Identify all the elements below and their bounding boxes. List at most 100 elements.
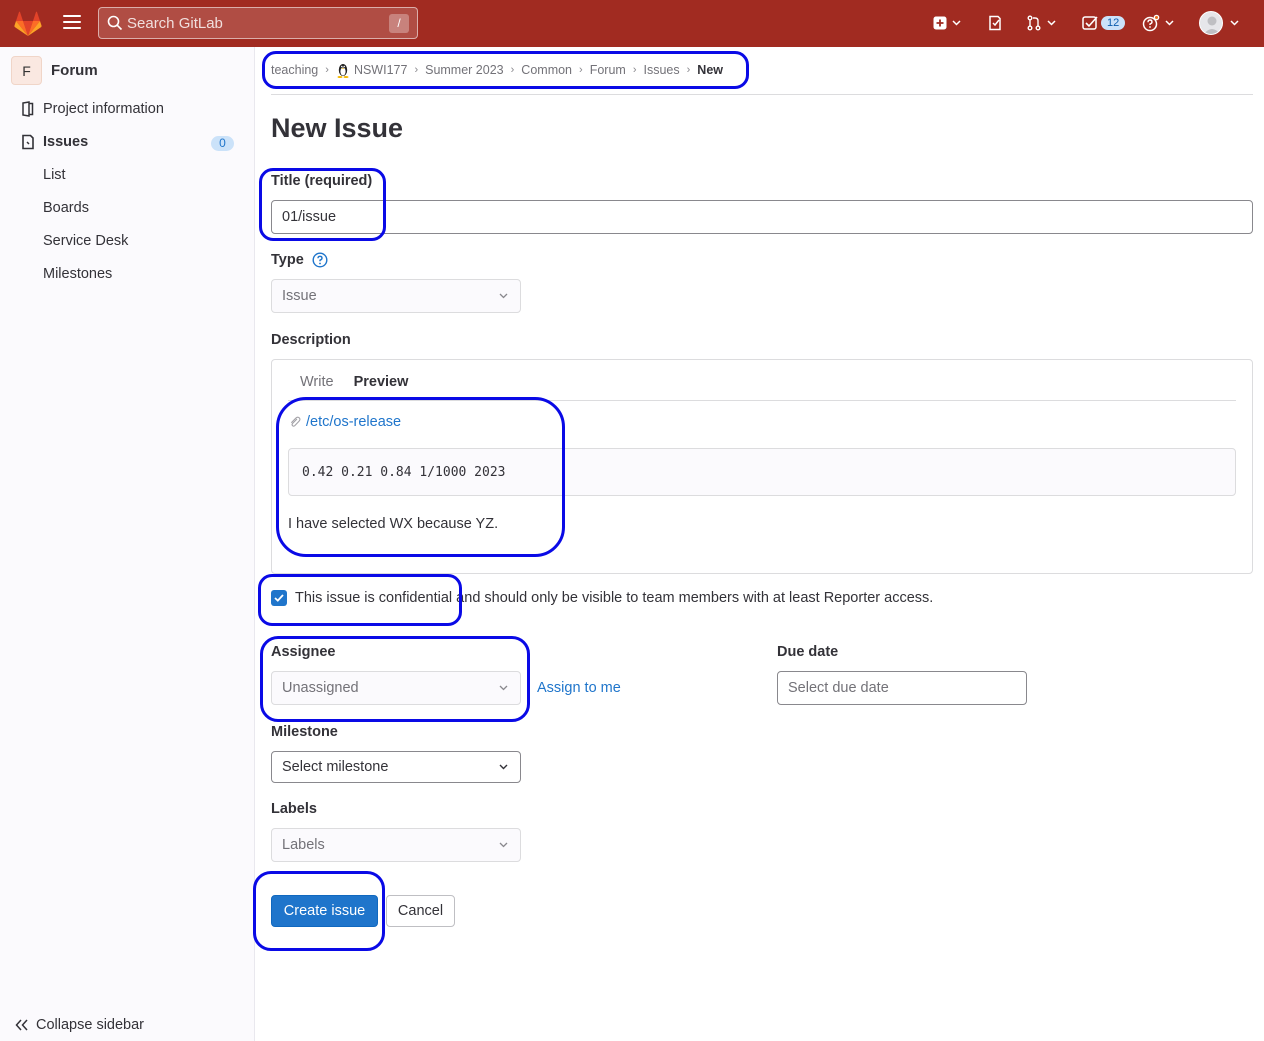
milestone-select[interactable]: Select milestone bbox=[271, 751, 521, 783]
breadcrumb-separator: › bbox=[579, 64, 583, 76]
chevron-down-icon bbox=[1230, 20, 1239, 26]
issues-icon bbox=[22, 134, 34, 150]
merge-request-icon bbox=[1027, 15, 1041, 31]
gitlab-logo-icon[interactable] bbox=[14, 11, 42, 37]
search-icon bbox=[107, 15, 123, 31]
breadcrumb-common[interactable]: Common bbox=[521, 63, 572, 77]
description-label: Description bbox=[271, 332, 351, 348]
merge-requests-dropdown[interactable] bbox=[1026, 13, 1056, 33]
question-icon bbox=[1142, 14, 1160, 32]
breadcrumb-separator: › bbox=[414, 64, 419, 76]
confidential-label: This issue is confidential and should on… bbox=[295, 590, 934, 606]
question-circle-icon[interactable] bbox=[312, 252, 328, 268]
create-issue-button[interactable]: Create issue bbox=[271, 895, 378, 927]
due-date-label: Due date bbox=[777, 644, 839, 660]
assignee-select[interactable]: Unassigned bbox=[271, 671, 521, 705]
milestone-select-value: Select milestone bbox=[282, 759, 389, 775]
assign-to-me-link[interactable]: Assign to me bbox=[537, 680, 621, 696]
attachment-link[interactable]: /etc/os-release bbox=[288, 414, 401, 430]
new-dropdown[interactable] bbox=[933, 13, 961, 33]
sidebar-item-label: Issues bbox=[43, 134, 89, 150]
confidential-checkbox[interactable] bbox=[271, 590, 287, 606]
check-icon bbox=[274, 594, 284, 602]
issues-shortcut[interactable] bbox=[987, 13, 1003, 33]
breadcrumb-divider bbox=[271, 94, 1253, 95]
breadcrumb-teaching[interactable]: teaching bbox=[271, 63, 318, 77]
type-label-row: Type bbox=[271, 252, 328, 268]
breadcrumb-issues[interactable]: Issues bbox=[643, 63, 679, 77]
tab-preview[interactable]: Preview bbox=[354, 374, 409, 390]
chevron-down-icon bbox=[952, 20, 961, 26]
breadcrumb-separator: › bbox=[510, 64, 515, 76]
sidebar-project[interactable]: F Forum bbox=[11, 56, 98, 85]
tux-penguin-icon bbox=[337, 64, 349, 78]
confidential-row: This issue is confidential and should on… bbox=[271, 590, 933, 606]
title-input[interactable]: 01/issue bbox=[271, 200, 1253, 234]
paperclip-icon bbox=[290, 416, 301, 427]
sidebar-item-label: Project information bbox=[43, 101, 164, 117]
due-date-input[interactable]: Select due date bbox=[777, 671, 1027, 705]
type-select-value: Issue bbox=[282, 288, 317, 304]
milestone-label: Milestone bbox=[271, 724, 338, 740]
chevron-double-left-icon bbox=[15, 1019, 28, 1031]
assignee-label: Assignee bbox=[271, 644, 336, 660]
breadcrumb-new: New bbox=[697, 63, 723, 77]
sidebar-item-list[interactable]: List bbox=[43, 167, 66, 183]
type-select[interactable]: Issue bbox=[271, 279, 521, 313]
user-avatar[interactable] bbox=[1199, 11, 1223, 35]
project-name: Forum bbox=[51, 62, 98, 79]
chevron-down-icon bbox=[499, 764, 508, 770]
sidebar-item-boards[interactable]: Boards bbox=[43, 200, 89, 216]
issues-count-badge: 0 bbox=[211, 136, 234, 151]
code-block: 0.42 0.21 0.84 1/1000 2023 bbox=[288, 448, 1236, 496]
search-placeholder: Search GitLab bbox=[127, 14, 223, 32]
labels-label: Labels bbox=[271, 801, 317, 817]
description-editor: Write Preview /etc/os-release 0.42 0.21 … bbox=[271, 359, 1253, 574]
page-title: New Issue bbox=[271, 113, 404, 143]
search-shortcut: / bbox=[389, 14, 409, 33]
labels-select[interactable]: Labels bbox=[271, 828, 521, 862]
sidebar-item-issues[interactable]: Issues bbox=[20, 134, 88, 150]
breadcrumb: teaching › NSWI177 › Summer 2023 › Common › … bbox=[271, 62, 723, 78]
chevron-down-icon bbox=[499, 842, 508, 848]
tabs-divider bbox=[288, 400, 1236, 401]
menu-icon[interactable] bbox=[63, 15, 81, 29]
search-input[interactable]: Search GitLab / bbox=[98, 7, 418, 39]
breadcrumb-nswi177[interactable]: NSWI177 bbox=[354, 63, 408, 77]
plus-square-icon bbox=[933, 16, 947, 30]
title-label: Title (required) bbox=[271, 173, 373, 189]
collapse-sidebar-button[interactable]: Collapse sidebar bbox=[15, 1017, 144, 1033]
tab-write[interactable]: Write bbox=[300, 374, 334, 390]
collapse-label: Collapse sidebar bbox=[36, 1017, 145, 1033]
top-bar: Search GitLab / 12 bbox=[0, 0, 1264, 47]
help-dropdown[interactable] bbox=[1142, 13, 1174, 33]
sidebar-item-milestones[interactable]: Milestones bbox=[43, 266, 112, 282]
sidebar: F Forum Project information Issues 0 Lis… bbox=[0, 47, 255, 1041]
assignee-select-value: Unassigned bbox=[282, 680, 359, 696]
attachment-link-text: /etc/os-release bbox=[306, 414, 402, 430]
description-tabs: Write Preview bbox=[300, 374, 428, 390]
preview-paragraph: I have selected WX because YZ. bbox=[288, 516, 499, 532]
sidebar-item-service-desk[interactable]: Service Desk bbox=[43, 233, 128, 249]
labels-select-value: Labels bbox=[282, 837, 325, 853]
breadcrumb-forum[interactable]: Forum bbox=[590, 63, 626, 77]
breadcrumb-separator: › bbox=[325, 64, 329, 76]
breadcrumb-summer-2023[interactable]: Summer 2023 bbox=[425, 63, 504, 77]
issues-icon bbox=[989, 15, 1001, 31]
chevron-down-icon bbox=[1047, 20, 1056, 26]
project-icon bbox=[22, 101, 34, 117]
project-avatar: F bbox=[11, 56, 42, 85]
breadcrumb-separator: › bbox=[686, 64, 691, 76]
cancel-button[interactable]: Cancel bbox=[386, 895, 455, 927]
sidebar-item-project-information[interactable]: Project information bbox=[20, 101, 164, 117]
user-icon bbox=[1203, 16, 1221, 34]
todo-count-badge: 12 bbox=[1101, 16, 1126, 30]
chevron-down-icon bbox=[499, 685, 508, 691]
todos-link[interactable]: 12 bbox=[1082, 13, 1126, 33]
chevron-down-icon bbox=[499, 293, 508, 299]
user-menu-toggle[interactable] bbox=[1230, 13, 1239, 33]
todo-done-icon bbox=[1082, 16, 1098, 30]
chevron-down-icon bbox=[1165, 20, 1174, 26]
type-label: Type bbox=[271, 252, 304, 268]
breadcrumb-separator: › bbox=[632, 64, 637, 76]
